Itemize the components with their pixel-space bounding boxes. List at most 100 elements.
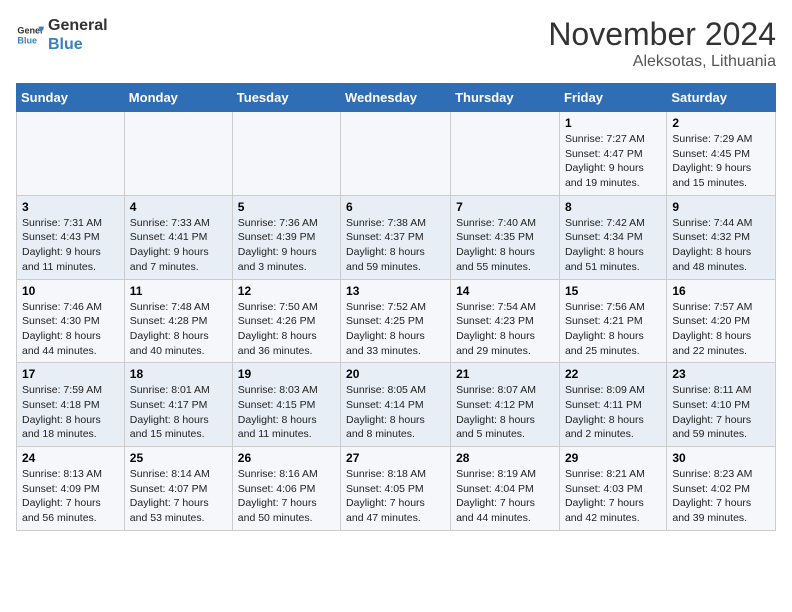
- day-info: Sunrise: 7:29 AM Sunset: 4:45 PM Dayligh…: [672, 132, 770, 191]
- day-info: Sunrise: 8:14 AM Sunset: 4:07 PM Dayligh…: [130, 467, 227, 526]
- day-info: Sunrise: 8:09 AM Sunset: 4:11 PM Dayligh…: [565, 383, 661, 442]
- calendar-day-cell: [17, 112, 125, 196]
- day-info: Sunrise: 8:23 AM Sunset: 4:02 PM Dayligh…: [672, 467, 770, 526]
- day-number: 25: [130, 451, 227, 465]
- calendar-day-cell: 10 Sunrise: 7:46 AM Sunset: 4:30 PM Dayli…: [17, 279, 125, 363]
- day-info: Sunrise: 7:42 AM Sunset: 4:34 PM Dayligh…: [565, 216, 661, 275]
- day-info: Sunrise: 8:21 AM Sunset: 4:03 PM Dayligh…: [565, 467, 661, 526]
- calendar-day-cell: 23 Sunrise: 8:11 AM Sunset: 4:10 PM Dayli…: [667, 363, 776, 447]
- calendar-day-cell: 2 Sunrise: 7:29 AM Sunset: 4:45 PM Daylig…: [667, 112, 776, 196]
- day-info: Sunrise: 8:05 AM Sunset: 4:14 PM Dayligh…: [346, 383, 445, 442]
- day-info: Sunrise: 7:50 AM Sunset: 4:26 PM Dayligh…: [238, 300, 335, 359]
- day-number: 3: [22, 200, 119, 214]
- day-number: 12: [238, 284, 335, 298]
- calendar-day-cell: 9Sunrise: 7:44 AM Sunset: 4:32 PM Daylig…: [667, 195, 776, 279]
- day-info: Sunrise: 7:46 AM Sunset: 4:30 PM Dayligh…: [22, 300, 119, 359]
- weekday-header-cell: Tuesday: [232, 84, 340, 112]
- calendar-day-cell: [232, 112, 340, 196]
- calendar-day-cell: 26 Sunrise: 8:16 AM Sunset: 4:06 PM Dayli…: [232, 447, 340, 531]
- day-info: Sunrise: 8:01 AM Sunset: 4:17 PM Dayligh…: [130, 383, 227, 442]
- weekday-header-row: SundayMondayTuesdayWednesdayThursdayFrid…: [17, 84, 776, 112]
- calendar-day-cell: 15 Sunrise: 7:56 AM Sunset: 4:21 PM Dayli…: [559, 279, 666, 363]
- logo-line1: General: [48, 16, 108, 35]
- day-number: 26: [238, 451, 335, 465]
- calendar-day-cell: 11 Sunrise: 7:48 AM Sunset: 4:28 PM Dayli…: [124, 279, 232, 363]
- day-info: Sunrise: 7:56 AM Sunset: 4:21 PM Dayligh…: [565, 300, 661, 359]
- calendar-day-cell: [451, 112, 560, 196]
- calendar-week-row: 17 Sunrise: 7:59 AM Sunset: 4:18 PM Dayli…: [17, 363, 776, 447]
- day-number: 30: [672, 451, 770, 465]
- calendar-day-cell: 8 Sunrise: 7:42 AM Sunset: 4:34 PM Daylig…: [559, 195, 666, 279]
- calendar-day-cell: 22 Sunrise: 8:09 AM Sunset: 4:11 PM Dayli…: [559, 363, 666, 447]
- calendar-week-row: 3 Sunrise: 7:31 AM Sunset: 4:43 PM Daylig…: [17, 195, 776, 279]
- logo-icon: General Blue: [16, 21, 44, 49]
- day-info: Sunrise: 7:54 AM Sunset: 4:23 PM Dayligh…: [456, 300, 554, 359]
- calendar-day-cell: 25 Sunrise: 8:14 AM Sunset: 4:07 PM Dayli…: [124, 447, 232, 531]
- weekday-header-cell: Monday: [124, 84, 232, 112]
- day-info: Sunrise: 7:52 AM Sunset: 4:25 PM Dayligh…: [346, 300, 445, 359]
- calendar-body: 1 Sunrise: 7:27 AM Sunset: 4:47 PM Daylig…: [17, 112, 776, 531]
- calendar-table: SundayMondayTuesdayWednesdayThursdayFrid…: [16, 83, 776, 531]
- day-number: 11: [130, 284, 227, 298]
- calendar-day-cell: 27 Sunrise: 8:18 AM Sunset: 4:05 PM Dayli…: [341, 447, 451, 531]
- calendar-day-cell: 14 Sunrise: 7:54 AM Sunset: 4:23 PM Dayli…: [451, 279, 560, 363]
- day-number: 20: [346, 367, 445, 381]
- day-info: Sunrise: 8:03 AM Sunset: 4:15 PM Dayligh…: [238, 383, 335, 442]
- calendar-day-cell: 30 Sunrise: 8:23 AM Sunset: 4:02 PM Dayli…: [667, 447, 776, 531]
- calendar-day-cell: 21Sunrise: 8:07 AM Sunset: 4:12 PM Dayli…: [451, 363, 560, 447]
- page-header: General Blue General Blue November 2024 …: [16, 16, 776, 71]
- day-info: Sunrise: 8:11 AM Sunset: 4:10 PM Dayligh…: [672, 383, 770, 442]
- day-number: 1: [565, 116, 661, 130]
- day-number: 23: [672, 367, 770, 381]
- day-info: Sunrise: 7:59 AM Sunset: 4:18 PM Dayligh…: [22, 383, 119, 442]
- day-number: 7: [456, 200, 554, 214]
- calendar-day-cell: [124, 112, 232, 196]
- day-number: 5: [238, 200, 335, 214]
- calendar-day-cell: 24Sunrise: 8:13 AM Sunset: 4:09 PM Dayli…: [17, 447, 125, 531]
- day-info: Sunrise: 7:48 AM Sunset: 4:28 PM Dayligh…: [130, 300, 227, 359]
- calendar-day-cell: [341, 112, 451, 196]
- day-info: Sunrise: 7:27 AM Sunset: 4:47 PM Dayligh…: [565, 132, 661, 191]
- day-info: Sunrise: 8:13 AM Sunset: 4:09 PM Dayligh…: [22, 467, 119, 526]
- day-number: 9: [672, 200, 770, 214]
- day-number: 22: [565, 367, 661, 381]
- title-block: November 2024 Aleksotas, Lithuania: [548, 16, 776, 71]
- day-number: 14: [456, 284, 554, 298]
- day-number: 19: [238, 367, 335, 381]
- calendar-week-row: 1 Sunrise: 7:27 AM Sunset: 4:47 PM Daylig…: [17, 112, 776, 196]
- logo-line2: Blue: [48, 35, 108, 54]
- calendar-day-cell: 4Sunrise: 7:33 AM Sunset: 4:41 PM Daylig…: [124, 195, 232, 279]
- day-number: 10: [22, 284, 119, 298]
- day-number: 15: [565, 284, 661, 298]
- calendar-day-cell: 5 Sunrise: 7:36 AM Sunset: 4:39 PM Daylig…: [232, 195, 340, 279]
- day-info: Sunrise: 8:18 AM Sunset: 4:05 PM Dayligh…: [346, 467, 445, 526]
- day-info: Sunrise: 8:19 AM Sunset: 4:04 PM Dayligh…: [456, 467, 554, 526]
- day-number: 29: [565, 451, 661, 465]
- day-number: 17: [22, 367, 119, 381]
- day-info: Sunrise: 7:38 AM Sunset: 4:37 PM Dayligh…: [346, 216, 445, 275]
- weekday-header-cell: Saturday: [667, 84, 776, 112]
- day-number: 21: [456, 367, 554, 381]
- day-info: Sunrise: 7:40 AM Sunset: 4:35 PM Dayligh…: [456, 216, 554, 275]
- day-number: 16: [672, 284, 770, 298]
- calendar-day-cell: 28Sunrise: 8:19 AM Sunset: 4:04 PM Dayli…: [451, 447, 560, 531]
- calendar-day-cell: 20 Sunrise: 8:05 AM Sunset: 4:14 PM Dayli…: [341, 363, 451, 447]
- calendar-day-cell: 16 Sunrise: 7:57 AM Sunset: 4:20 PM Dayli…: [667, 279, 776, 363]
- weekday-header-cell: Wednesday: [341, 84, 451, 112]
- day-number: 18: [130, 367, 227, 381]
- day-info: Sunrise: 7:36 AM Sunset: 4:39 PM Dayligh…: [238, 216, 335, 275]
- day-info: Sunrise: 8:16 AM Sunset: 4:06 PM Dayligh…: [238, 467, 335, 526]
- calendar-day-cell: 6Sunrise: 7:38 AM Sunset: 4:37 PM Daylig…: [341, 195, 451, 279]
- calendar-day-cell: 7 Sunrise: 7:40 AM Sunset: 4:35 PM Daylig…: [451, 195, 560, 279]
- location: Aleksotas, Lithuania: [548, 53, 776, 71]
- weekday-header-cell: Friday: [559, 84, 666, 112]
- day-number: 27: [346, 451, 445, 465]
- day-number: 8: [565, 200, 661, 214]
- day-number: 2: [672, 116, 770, 130]
- calendar-day-cell: 13Sunrise: 7:52 AM Sunset: 4:25 PM Dayli…: [341, 279, 451, 363]
- day-info: Sunrise: 7:57 AM Sunset: 4:20 PM Dayligh…: [672, 300, 770, 359]
- weekday-header-cell: Sunday: [17, 84, 125, 112]
- calendar-week-row: 10 Sunrise: 7:46 AM Sunset: 4:30 PM Dayli…: [17, 279, 776, 363]
- day-number: 4: [130, 200, 227, 214]
- day-info: Sunrise: 7:31 AM Sunset: 4:43 PM Dayligh…: [22, 216, 119, 275]
